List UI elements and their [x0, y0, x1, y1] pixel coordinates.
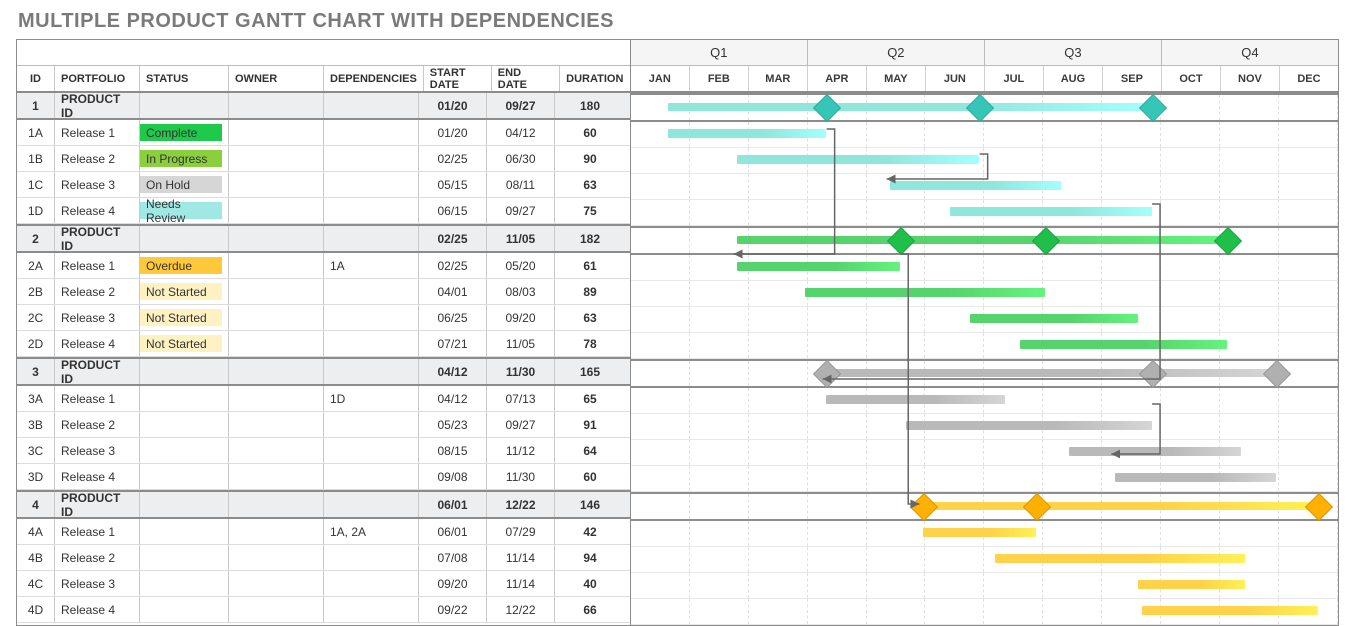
month-cell: MAY — [867, 66, 926, 91]
month-cell: OCT — [1162, 66, 1221, 91]
table-row[interactable]: 2BRelease 2Not Started04/0108/0389 — [17, 279, 630, 305]
col-portfolio: PORTFOLIO — [55, 66, 140, 91]
month-header: JANFEBMARAPRMAYJUNJULAUGSEPOCTNOVDEC — [631, 66, 1338, 93]
month-cell: MAR — [749, 66, 808, 91]
quarter-cell: Q2 — [808, 40, 985, 65]
timeline-row — [631, 599, 1338, 625]
table-row[interactable]: 3BRelease 205/2309/2791 — [17, 412, 630, 438]
group-bar[interactable] — [826, 369, 1275, 377]
table-row[interactable]: 4BRelease 207/0811/1494 — [17, 545, 630, 571]
col-id: ID — [17, 66, 55, 91]
task-bar[interactable] — [805, 288, 1045, 297]
timeline-row — [631, 547, 1338, 573]
task-bar[interactable] — [950, 207, 1151, 216]
table-row[interactable]: 2CRelease 3Not Started06/2509/2063 — [17, 305, 630, 331]
task-bar[interactable] — [890, 181, 1060, 190]
task-bar[interactable] — [1020, 340, 1227, 349]
table-row[interactable]: 4CRelease 309/2011/1440 — [17, 571, 630, 597]
month-cell: SEP — [1103, 66, 1162, 91]
task-bar[interactable] — [995, 554, 1245, 563]
table-row[interactable]: 3ARelease 11D04/1207/1365 — [17, 386, 630, 412]
table-row[interactable]: 4DRelease 409/2212/2266 — [17, 597, 630, 623]
month-cell: DEC — [1280, 66, 1338, 91]
timeline-row — [631, 93, 1338, 122]
timeline-row — [631, 307, 1338, 333]
col-owner: OWNER — [229, 66, 324, 91]
timeline-row — [631, 492, 1338, 521]
page-title: MULTIPLE PRODUCT GANTT CHART WITH DEPEND… — [18, 10, 1339, 33]
table-row[interactable]: 2PRODUCT ID02/2511/05182 — [17, 224, 630, 253]
col-dependencies: DEPENDENCIES — [324, 66, 424, 91]
table-row[interactable]: 3DRelease 409/0811/3060 — [17, 464, 630, 490]
gantt-grid: ID PORTFOLIO STATUS OWNER DEPENDENCIES S… — [16, 39, 1339, 626]
task-bar[interactable] — [906, 421, 1152, 430]
task-bar[interactable] — [1142, 606, 1318, 615]
task-bar[interactable] — [737, 155, 979, 164]
timeline-row — [631, 281, 1338, 307]
quarter-cell: Q1 — [631, 40, 808, 65]
timeline-row — [631, 226, 1338, 255]
table-row[interactable]: 3PRODUCT ID04/1211/30165 — [17, 357, 630, 386]
col-end: END DATE — [492, 66, 560, 91]
timeline-row — [631, 174, 1338, 200]
col-start: START DATE — [424, 66, 492, 91]
timeline-row — [631, 573, 1338, 599]
month-cell: JUL — [985, 66, 1044, 91]
group-bar[interactable] — [737, 236, 1227, 244]
group-bar[interactable] — [668, 103, 1152, 111]
table-row[interactable]: 4ARelease 11A, 2A06/0107/2942 — [17, 519, 630, 545]
timeline-row — [631, 414, 1338, 440]
col-status: STATUS — [140, 66, 229, 91]
timeline: Q1Q2Q3Q4 JANFEBMARAPRMAYJUNJULAUGSEPOCTN… — [631, 40, 1338, 625]
timeline-row — [631, 466, 1338, 492]
month-cell: JUN — [926, 66, 985, 91]
table-row[interactable]: 1CRelease 3On Hold05/1508/1163 — [17, 172, 630, 198]
quarter-header: Q1Q2Q3Q4 — [631, 40, 1338, 66]
timeline-row — [631, 255, 1338, 281]
table-row[interactable]: 3CRelease 308/1511/1264 — [17, 438, 630, 464]
data-table: ID PORTFOLIO STATUS OWNER DEPENDENCIES S… — [17, 40, 631, 625]
task-bar[interactable] — [826, 395, 1004, 404]
column-headers: ID PORTFOLIO STATUS OWNER DEPENDENCIES S… — [17, 66, 630, 93]
task-bar[interactable] — [668, 129, 827, 138]
timeline-row — [631, 388, 1338, 414]
table-row[interactable]: 2DRelease 4Not Started07/2111/0578 — [17, 331, 630, 357]
timeline-row — [631, 440, 1338, 466]
month-cell: JAN — [631, 66, 690, 91]
timeline-row — [631, 359, 1338, 388]
timeline-row — [631, 148, 1338, 174]
group-bar[interactable] — [923, 502, 1318, 510]
task-bar[interactable] — [970, 314, 1139, 323]
table-row[interactable]: 1DRelease 4Needs Review06/1509/2775 — [17, 198, 630, 224]
month-cell: FEB — [690, 66, 749, 91]
timeline-row — [631, 521, 1338, 547]
timeline-row — [631, 333, 1338, 359]
task-bar[interactable] — [923, 528, 1035, 537]
month-cell: APR — [808, 66, 867, 91]
col-duration: DURATION — [560, 66, 630, 91]
task-bar[interactable] — [1138, 580, 1245, 589]
table-row[interactable]: 1ARelease 1Complete01/2004/1260 — [17, 120, 630, 146]
table-row[interactable]: 4PRODUCT ID06/0112/22146 — [17, 490, 630, 519]
timeline-row — [631, 200, 1338, 226]
task-bar[interactable] — [737, 262, 900, 271]
table-row[interactable]: 1PRODUCT ID01/2009/27180 — [17, 93, 630, 120]
quarter-cell: Q3 — [985, 40, 1162, 65]
quarter-cell: Q4 — [1162, 40, 1338, 65]
timeline-row — [631, 122, 1338, 148]
table-row[interactable]: 1BRelease 2In Progress02/2506/3090 — [17, 146, 630, 172]
table-row[interactable]: 2ARelease 1Overdue1A02/2505/2061 — [17, 253, 630, 279]
month-cell: NOV — [1221, 66, 1280, 91]
task-bar[interactable] — [1069, 447, 1241, 456]
month-cell: AUG — [1044, 66, 1103, 91]
task-bar[interactable] — [1115, 473, 1276, 482]
